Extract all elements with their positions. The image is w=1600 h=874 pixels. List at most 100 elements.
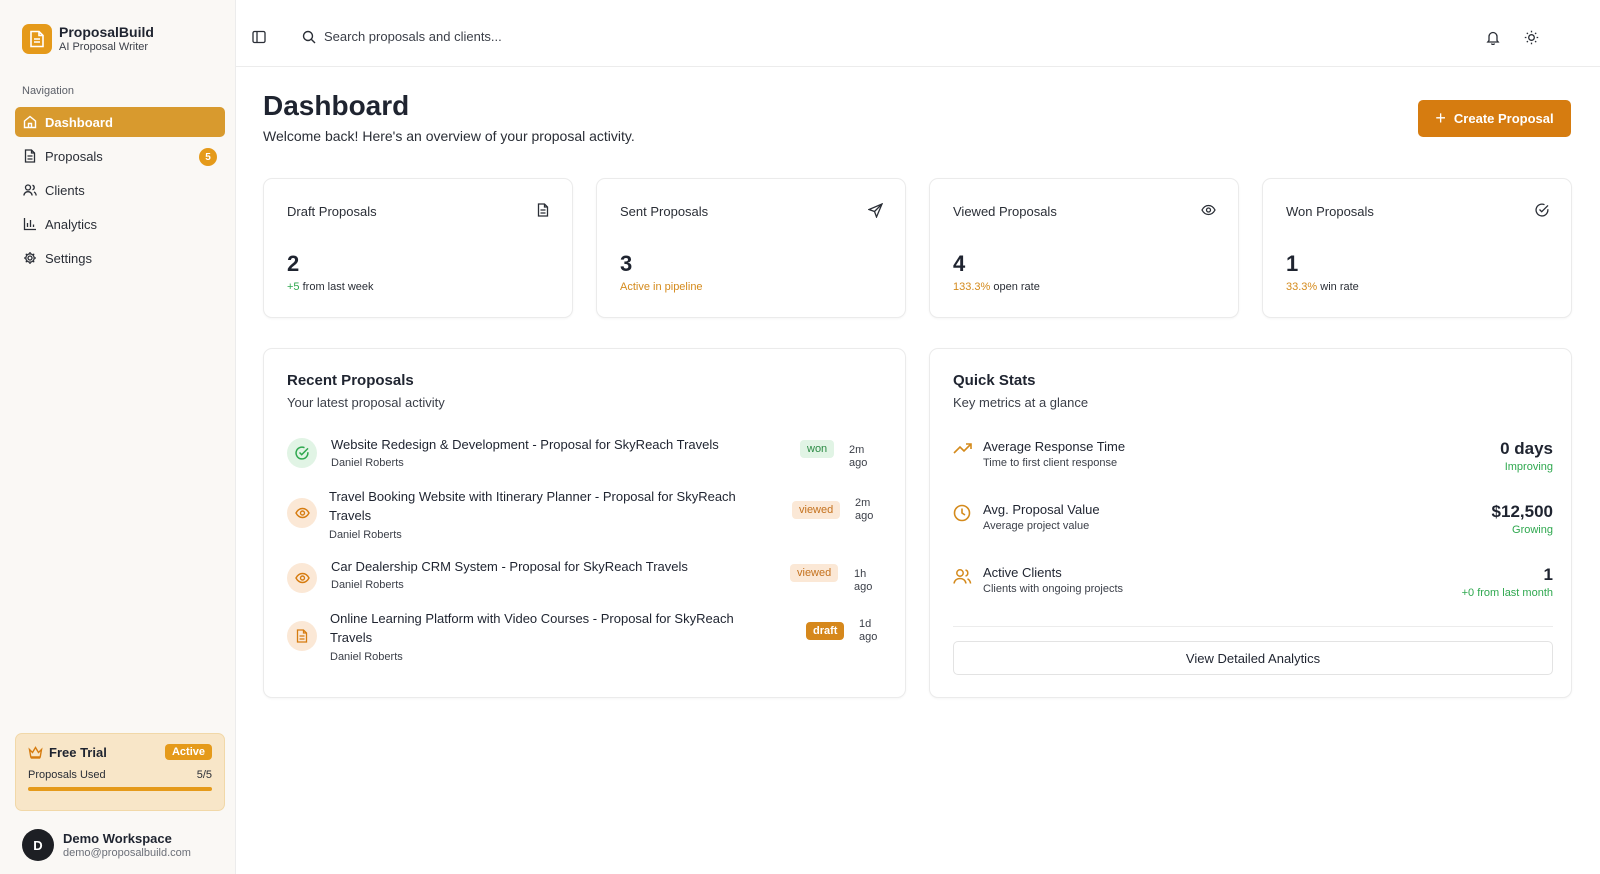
sidebar-item-proposals[interactable]: Proposals 5	[15, 141, 225, 171]
stat-highlight: 33.3%	[1286, 281, 1318, 293]
proposal-author: Daniel Roberts	[331, 579, 404, 591]
stat-value: 3	[620, 251, 633, 276]
section-subtitle: Your latest proposal activity	[287, 395, 445, 410]
brand[interactable]: ProposalBuild AI Proposal Writer	[22, 24, 154, 54]
sidebar-nav: Dashboard Proposals 5 Clients Analytics …	[15, 107, 225, 277]
stat-rest: open rate	[990, 281, 1040, 293]
list-item[interactable]: Travel Booking Website with Itinerary Pl…	[287, 487, 877, 541]
page-title: Dashboard	[263, 90, 410, 121]
stat-subtext: 133.3% open rate	[953, 281, 1040, 293]
quick-stat-value: 0 days	[1500, 439, 1553, 458]
stat-title: Sent Proposals	[620, 204, 709, 219]
sidebar-item-label: Analytics	[45, 216, 98, 232]
sidebar-item-analytics[interactable]: Analytics	[15, 209, 225, 239]
section-subtitle: Key metrics at a glance	[953, 395, 1089, 410]
search-input[interactable]: Search proposals and clients...	[302, 29, 502, 44]
stat-value: 4	[953, 251, 966, 276]
free-trial-card: Free Trial Active Proposals Used 5/5	[15, 733, 225, 811]
eye-icon	[1201, 203, 1216, 217]
sidebar: ProposalBuild AI Proposal Writer Navigat…	[0, 0, 236, 874]
user-name: Demo Workspace	[63, 830, 172, 846]
stat-card-viewed: Viewed Proposals 4 133.3% open rate	[929, 178, 1239, 318]
trial-usage-progress-fill	[28, 787, 212, 791]
user-profile[interactable]: D Demo Workspace demo@proposalbuild.com	[22, 829, 191, 861]
create-proposal-label: Create Proposal	[1453, 111, 1554, 126]
proposal-title: Car Dealership CRM System - Proposal for…	[331, 559, 688, 574]
quick-stat-sub: Time to first client response	[983, 457, 1118, 469]
stat-highlight: +5	[287, 281, 300, 293]
status-badge: viewed	[790, 564, 839, 582]
proposal-title: Online Learning Platform with Video Cour…	[330, 611, 734, 645]
create-proposal-button[interactable]: + Create Proposal	[1418, 100, 1571, 137]
quick-stat-value: $12,500	[1491, 502, 1553, 521]
sun-icon[interactable]	[1524, 30, 1539, 45]
users-icon	[23, 183, 37, 197]
divider	[953, 626, 1553, 627]
trial-usage-label: Proposals Used	[28, 769, 106, 781]
quick-stat-trend: +0 from last month	[1461, 587, 1553, 599]
brand-name: ProposalBuild	[59, 24, 154, 40]
proposal-author: Daniel Roberts	[330, 651, 403, 663]
stat-value: 2	[287, 251, 300, 276]
proposal-title: Travel Booking Website with Itinerary Pl…	[329, 489, 736, 523]
users-icon	[953, 567, 972, 585]
quick-stat-proposal-value: Avg. Proposal Value Average project valu…	[953, 502, 1553, 542]
user-email: demo@proposalbuild.com	[63, 846, 191, 859]
quick-stat-sub: Average project value	[983, 520, 1090, 532]
bell-icon[interactable]	[1486, 30, 1500, 45]
sidebar-item-settings[interactable]: Settings	[15, 243, 225, 273]
bar-chart-icon	[23, 217, 37, 231]
crown-icon	[28, 745, 49, 759]
sidebar-item-clients[interactable]: Clients	[15, 175, 225, 205]
send-icon	[868, 203, 883, 218]
proposal-title: Website Redesign & Development - Proposa…	[331, 437, 719, 452]
brand-tagline: AI Proposal Writer	[59, 41, 149, 53]
list-item[interactable]: Car Dealership CRM System - Proposal for…	[287, 557, 877, 597]
trial-status-badge: Active	[164, 744, 212, 760]
document-icon	[536, 203, 550, 217]
check-circle-icon	[1535, 203, 1549, 217]
trial-usage-value: 5/5	[196, 769, 212, 781]
top-header: Search proposals and clients...	[236, 0, 1600, 67]
sidebar-toggle-icon[interactable]	[252, 30, 266, 44]
list-item[interactable]: Website Redesign & Development - Proposa…	[287, 435, 877, 475]
status-badge: viewed	[792, 501, 841, 519]
stat-title: Draft Proposals	[287, 204, 377, 219]
avatar: D	[22, 829, 54, 861]
quick-stat-response-time: Average Response Time Time to first clie…	[953, 439, 1553, 479]
proposal-author: Daniel Roberts	[329, 529, 402, 541]
proposal-time: 2m ago	[849, 444, 868, 469]
trial-title: Free Trial	[28, 745, 107, 760]
search-icon	[302, 30, 324, 44]
quick-stat-active-clients: Active Clients Clients with ongoing proj…	[953, 565, 1553, 605]
document-icon	[23, 149, 37, 163]
sidebar-item-label: Clients	[45, 182, 85, 198]
search-placeholder: Search proposals and clients...	[324, 29, 502, 44]
quick-stat-trend: Improving	[1504, 461, 1553, 473]
stat-subtext: +5 from last week	[287, 281, 374, 293]
trial-usage-progress	[28, 787, 212, 791]
section-title: Quick Stats	[953, 372, 1036, 389]
home-icon	[23, 115, 37, 129]
proposal-time: 1d ago	[859, 618, 878, 643]
proposals-count-badge: 5	[199, 148, 217, 166]
quick-stat-label: Average Response Time	[983, 439, 1126, 454]
eye-icon	[287, 498, 317, 528]
trial-title-text: Free Trial	[49, 744, 107, 760]
check-circle-icon	[287, 438, 317, 468]
trending-up-icon	[953, 441, 973, 455]
quick-stat-value: 1	[1543, 565, 1553, 584]
quick-stat-label: Avg. Proposal Value	[983, 502, 1100, 517]
list-item[interactable]: Online Learning Platform with Video Cour…	[287, 609, 877, 663]
sidebar-item-dashboard[interactable]: Dashboard	[15, 107, 225, 137]
view-analytics-button[interactable]: View Detailed Analytics	[953, 641, 1553, 675]
clock-icon	[953, 504, 971, 522]
sidebar-item-label: Settings	[45, 250, 92, 266]
proposal-author: Daniel Roberts	[331, 457, 404, 469]
nav-section-label: Navigation	[22, 85, 74, 97]
stat-highlight: Active in pipeline	[620, 281, 703, 293]
proposal-time: 1h ago	[854, 568, 873, 593]
page-subtitle: Welcome back! Here's an overview of your…	[263, 128, 635, 144]
stat-title: Won Proposals	[1286, 204, 1374, 219]
stat-subtext: 33.3% win rate	[1286, 281, 1359, 293]
